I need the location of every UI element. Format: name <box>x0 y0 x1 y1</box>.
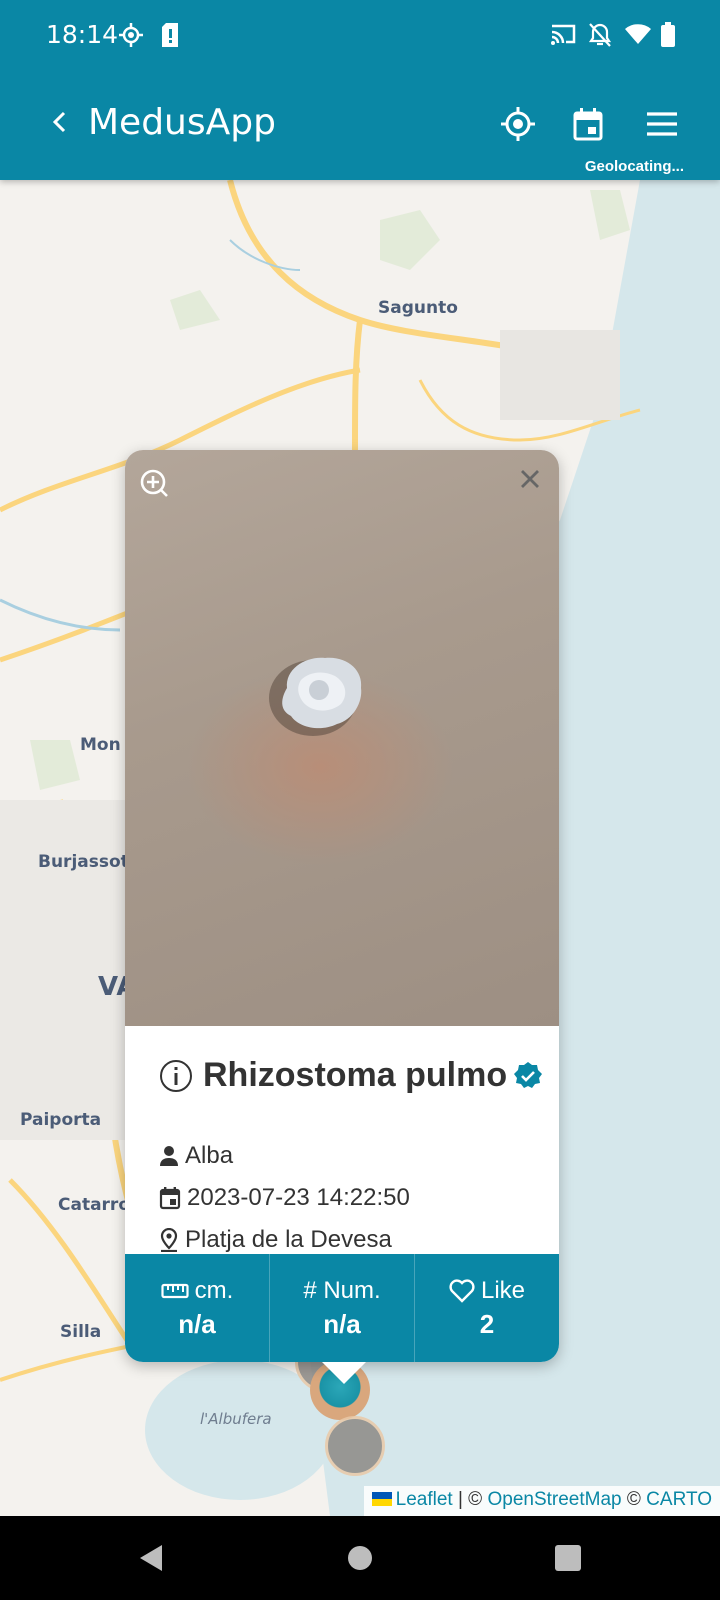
count-stat: # Num. n/a <box>270 1254 415 1362</box>
sighting-popup: Rhizostoma pulmo Alba 2023-07-23 14:22:5… <box>125 450 559 1362</box>
user-name: Alba <box>185 1142 234 1169</box>
sighting-photo[interactable] <box>125 450 559 1026</box>
size-stat: cm. n/a <box>125 1254 270 1362</box>
info-icon[interactable] <box>159 1059 193 1093</box>
notifications-off-icon <box>588 23 612 47</box>
place-label: Burjassot <box>38 852 129 872</box>
place-label: Sagunto <box>378 298 458 318</box>
system-nav-bar <box>0 1516 720 1600</box>
wifi-icon <box>625 24 651 44</box>
map-attribution: Leaflet | © OpenStreetMap © CARTO <box>363 1486 720 1516</box>
place-label: Mon <box>80 735 121 755</box>
battery-icon <box>661 22 675 47</box>
species-name: Rhizostoma pulmo <box>203 1056 508 1094</box>
user-row: Alba <box>159 1142 233 1170</box>
menu-button[interactable] <box>642 104 682 144</box>
nav-back-icon[interactable] <box>136 1542 166 1574</box>
place-label: Catarro <box>58 1195 130 1215</box>
like-count: 2 <box>479 1308 495 1339</box>
status-bar: 18:14 <box>0 0 720 72</box>
like-button[interactable]: Like 2 <box>415 1254 559 1362</box>
sighting-location: Platja de la Devesa <box>185 1226 392 1253</box>
ruler-icon <box>161 1283 189 1298</box>
jellyfish-image <box>269 657 362 736</box>
sighting-stats: cm. n/a # Num. n/a Like 2 <box>125 1254 559 1362</box>
ukraine-flag-icon <box>371 1492 392 1506</box>
back-icon[interactable] <box>44 106 76 138</box>
heart-icon <box>449 1278 475 1303</box>
zoom-in-icon[interactable] <box>139 468 169 498</box>
sighting-marker[interactable] <box>325 1416 385 1476</box>
like-label: Like <box>480 1276 526 1304</box>
cast-icon <box>551 24 576 45</box>
location-status-icon <box>119 23 143 47</box>
sighting-details: Rhizostoma pulmo Alba 2023-07-23 14:22:5… <box>125 1026 559 1254</box>
alert-sim-icon <box>162 23 178 47</box>
nav-home-icon[interactable] <box>346 1544 374 1572</box>
size-value: n/a <box>178 1308 216 1339</box>
calendar-button[interactable] <box>568 104 608 144</box>
popup-tip <box>322 1362 366 1384</box>
openstreetmap-link[interactable]: OpenStreetMap <box>487 1489 621 1510</box>
count-value: n/a <box>323 1308 361 1339</box>
place-label: Silla <box>60 1322 102 1342</box>
nav-recents-icon[interactable] <box>554 1544 582 1572</box>
place-label: l'Albufera <box>200 1410 272 1428</box>
app-title: MedusApp <box>88 102 276 143</box>
status-time: 18:14 <box>46 20 119 49</box>
location-row: Platja de la Devesa <box>159 1226 392 1254</box>
leaflet-link[interactable]: Leaflet <box>396 1489 453 1510</box>
person-icon <box>160 1146 178 1166</box>
my-location-button[interactable] <box>498 104 538 144</box>
carto-link[interactable]: CARTO <box>646 1489 712 1510</box>
geolocating-status: Geolocating... <box>584 158 684 175</box>
verified-icon <box>514 1061 543 1088</box>
close-icon[interactable] <box>517 466 543 492</box>
count-label: # Num. <box>303 1276 381 1304</box>
attribution-separator: © <box>621 1489 647 1510</box>
location-pin-icon <box>160 1228 178 1252</box>
datetime-row: 2023-07-23 14:22:50 <box>159 1184 410 1212</box>
place-label: Paiporta <box>20 1110 102 1130</box>
top-bar: 18:14 MedusApp Geolocating... <box>0 0 720 180</box>
sighting-datetime: 2023-07-23 14:22:50 <box>187 1184 410 1211</box>
calendar-icon <box>159 1187 181 1210</box>
species-title-row: Rhizostoma pulmo <box>159 1056 543 1095</box>
attribution-separator: | © <box>452 1489 488 1510</box>
size-label: cm. <box>194 1276 234 1304</box>
